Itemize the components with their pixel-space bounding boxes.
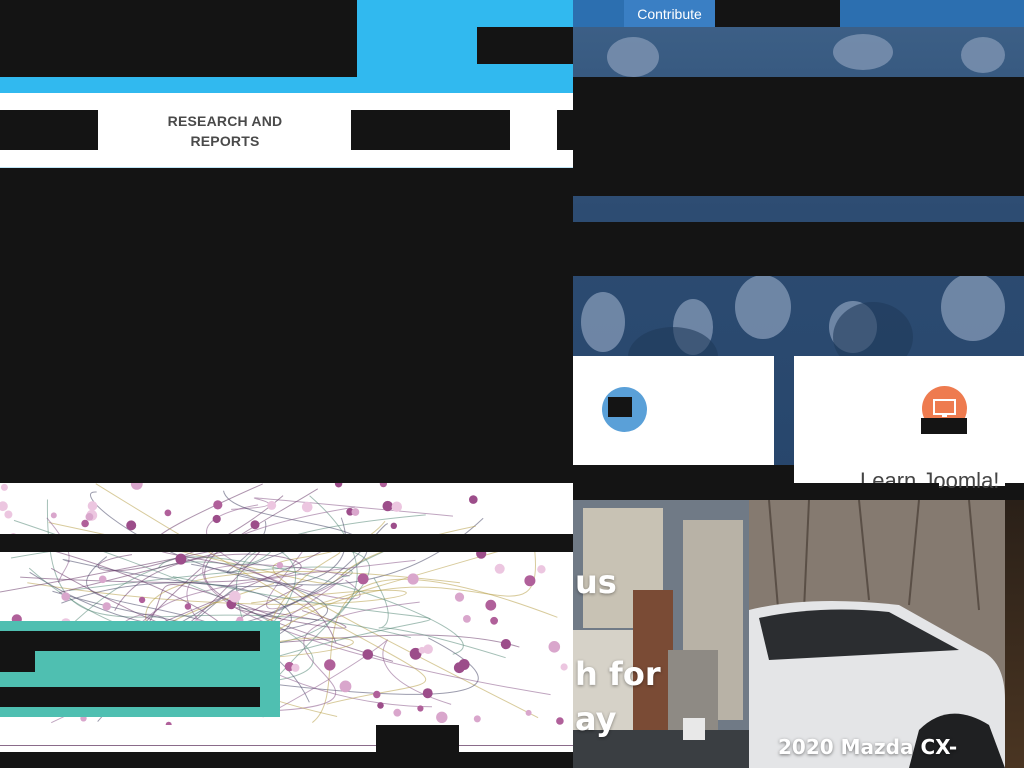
nav-item-research-and-reports[interactable]: RESEARCH AND REPORTS (140, 111, 310, 151)
main-nav: RESEARCH AND REPORTS (0, 93, 573, 168)
network-node (422, 688, 433, 699)
network-node (130, 483, 143, 490)
icon-redacted (608, 397, 632, 417)
network-node (87, 501, 98, 511)
top-bar-item-redacted[interactable] (715, 0, 840, 27)
network-node (436, 711, 448, 723)
network-node (164, 509, 172, 517)
network-node (362, 649, 374, 660)
caption-line-redacted (0, 651, 35, 672)
header-search-redacted[interactable] (477, 27, 573, 64)
network-node (556, 717, 564, 725)
site-logo-redacted[interactable] (0, 0, 357, 77)
feature-card[interactable] (794, 356, 1024, 486)
network-node (138, 596, 146, 604)
car-graphic (749, 500, 1005, 768)
network-node (276, 562, 284, 569)
network-node (525, 709, 532, 716)
network-node (267, 500, 277, 510)
news-headline-fragment[interactable]: h for (575, 655, 661, 693)
network-node (324, 659, 336, 671)
banner-strip-redacted (0, 534, 573, 552)
network-node (407, 573, 419, 585)
page-footer-area (0, 725, 573, 768)
network-node (485, 599, 497, 611)
network-node (469, 495, 478, 504)
network-node (560, 663, 568, 671)
nav-item-redacted[interactable] (351, 110, 510, 150)
network-node (473, 715, 481, 723)
content-redacted (0, 168, 573, 483)
network-node (126, 520, 137, 531)
car-article-title[interactable]: 2020 Mazda CX- (778, 735, 957, 759)
nav-item-redacted[interactable] (0, 110, 98, 150)
network-node (4, 510, 13, 519)
network-node (250, 520, 260, 530)
network-node (494, 563, 505, 574)
contribute-button[interactable]: Contribute (624, 0, 715, 27)
network-node (213, 500, 223, 510)
network-node (291, 663, 300, 672)
network-line (373, 577, 506, 659)
network-node (382, 500, 393, 512)
banner-caption-box (0, 621, 280, 717)
network-node (229, 590, 241, 603)
network-node (463, 615, 471, 623)
news-image-edge (1005, 500, 1024, 768)
network-node (548, 641, 561, 653)
network-node (490, 616, 498, 625)
caption-line-redacted (0, 687, 260, 707)
network-node (184, 603, 192, 610)
network-node (454, 592, 465, 602)
network-node (537, 565, 546, 574)
network-node (373, 690, 381, 699)
card-bar-redacted (774, 483, 939, 500)
network-node (418, 646, 426, 654)
network-node (175, 553, 187, 565)
network-node (391, 501, 402, 512)
network-node (301, 501, 313, 513)
icon-redacted (921, 418, 967, 434)
card-bar-redacted (573, 465, 794, 483)
network-node (357, 573, 369, 585)
network-node (379, 483, 387, 488)
network-node (390, 522, 397, 529)
network-node (85, 513, 94, 521)
network-node (102, 602, 111, 611)
network-node (500, 639, 511, 650)
network-node (212, 514, 221, 524)
network-node (0, 501, 8, 512)
network-node (417, 705, 424, 712)
footer-item-redacted[interactable] (376, 725, 459, 752)
nav-item-redacted[interactable] (557, 110, 573, 150)
news-headline-fragment[interactable]: ay (575, 700, 616, 738)
footer-redacted (0, 752, 573, 768)
network-node (0, 483, 8, 491)
network-node (98, 575, 107, 584)
caption-line-redacted (0, 631, 260, 651)
network-node (453, 662, 465, 674)
edge-redacted (1005, 483, 1024, 500)
network-node (524, 575, 536, 587)
divider (0, 745, 573, 746)
network-node (50, 512, 57, 519)
news-image-car[interactable] (749, 500, 1005, 768)
hero-subtext-redacted (573, 222, 1024, 276)
network-node (339, 680, 352, 693)
network-node (81, 519, 89, 528)
nav-item-label-line1: RESEARCH AND (167, 113, 283, 129)
network-node (393, 708, 402, 717)
nav-item-label-line2: REPORTS (190, 133, 260, 149)
hero-text-redacted (573, 77, 1024, 196)
network-node (61, 592, 70, 601)
network-node (334, 483, 343, 488)
news-headline-fragment[interactable]: us (575, 563, 617, 601)
network-node (351, 508, 360, 516)
network-node (377, 702, 384, 709)
